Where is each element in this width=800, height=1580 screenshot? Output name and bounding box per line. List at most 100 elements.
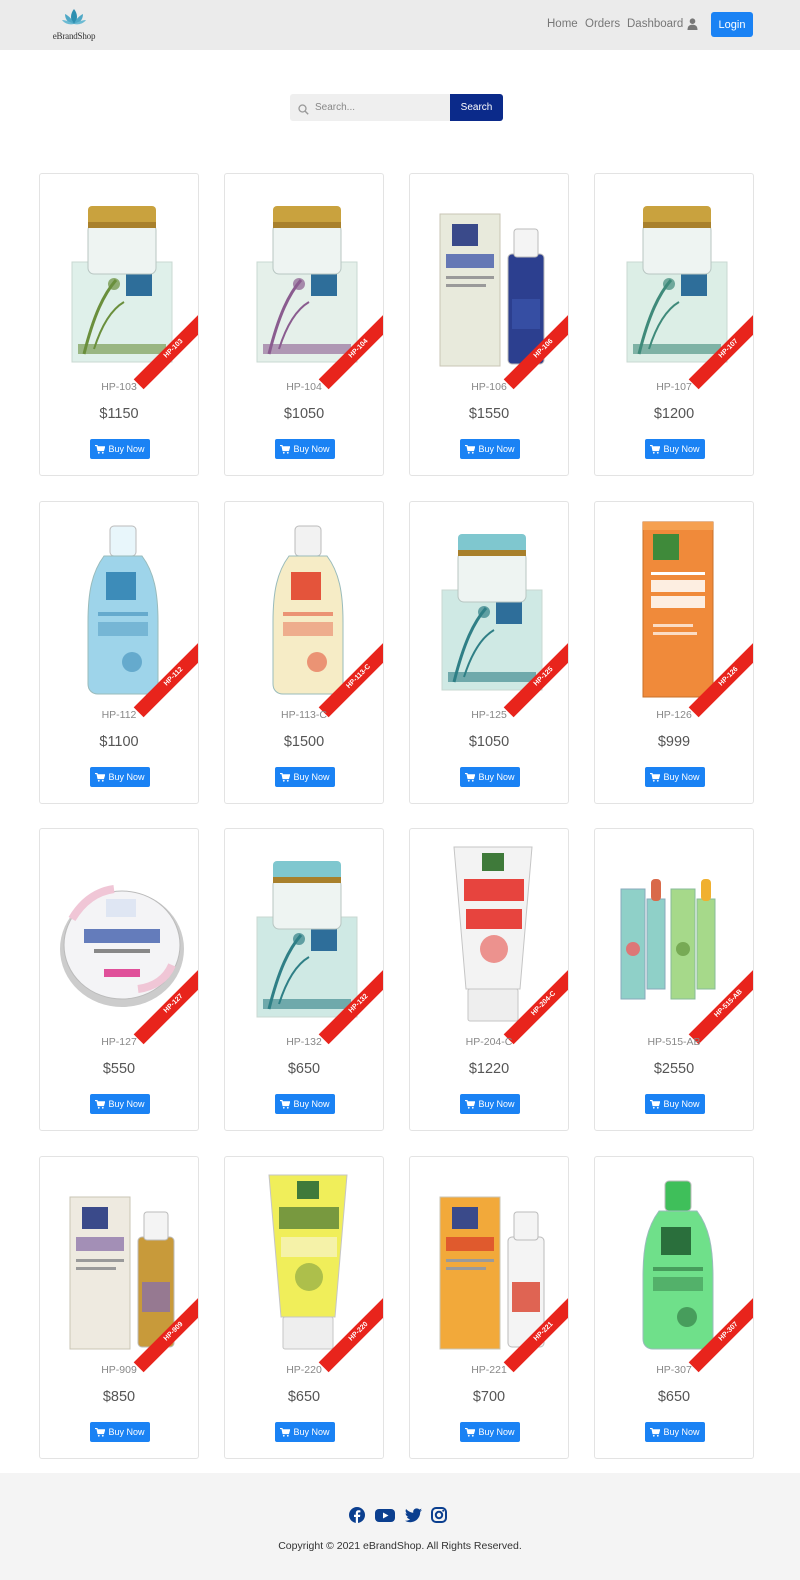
product-card[interactable]: HP-104 HP-104 $1050 Buy Now bbox=[224, 173, 384, 476]
cart-icon bbox=[465, 772, 476, 782]
instagram-icon[interactable] bbox=[431, 1507, 447, 1528]
twitter-icon[interactable] bbox=[405, 1507, 422, 1528]
cart-icon bbox=[95, 772, 106, 782]
product-sku: HP-132 bbox=[286, 1036, 322, 1048]
copyright-text: Copyright © 2021 eBrandShop. All Rights … bbox=[278, 1540, 522, 1552]
product-price: $650 bbox=[287, 1389, 321, 1405]
buy-now-button[interactable]: Buy Now bbox=[90, 1422, 150, 1442]
product-card[interactable]: HP-103 HP-103 $1150 Buy Now bbox=[39, 173, 199, 476]
youtube-icon[interactable] bbox=[375, 1507, 395, 1528]
product-sku: HP-112 bbox=[101, 709, 137, 721]
search-bar: Search bbox=[290, 94, 503, 121]
product-card[interactable]: HP-125 HP-125 $1050 Buy Now bbox=[409, 501, 569, 804]
product-sku: HP-307 bbox=[656, 1364, 692, 1376]
buy-now-label: Buy Now bbox=[478, 1427, 515, 1437]
buy-now-label: Buy Now bbox=[293, 444, 330, 454]
buy-now-button[interactable]: Buy Now bbox=[275, 1094, 335, 1114]
user-icon[interactable] bbox=[687, 17, 698, 35]
product-card[interactable]: HP-107 HP-107 $1200 Buy Now bbox=[594, 173, 754, 476]
buy-now-button[interactable]: Buy Now bbox=[645, 439, 705, 459]
buy-now-label: Buy Now bbox=[478, 772, 515, 782]
product-card[interactable]: HP-307 HP-307 $650 Buy Now bbox=[594, 1156, 754, 1459]
product-price: $999 bbox=[657, 734, 691, 750]
nav-home[interactable]: Home bbox=[547, 18, 578, 30]
buy-now-label: Buy Now bbox=[663, 1427, 700, 1437]
product-card[interactable]: HP-204-C HP-204-C $1220 Buy Now bbox=[409, 828, 569, 1131]
product-card[interactable]: HP-113-C HP-113-C $1500 Buy Now bbox=[224, 501, 384, 804]
footer: Copyright © 2021 eBrandShop. All Rights … bbox=[0, 1473, 800, 1580]
buy-now-button[interactable]: Buy Now bbox=[275, 767, 335, 787]
product-card[interactable]: HP-515-AB HP-515-AB $2550 Buy Now bbox=[594, 828, 754, 1131]
cart-icon bbox=[280, 772, 291, 782]
product-sku: HP-103 bbox=[101, 381, 137, 393]
buy-now-button[interactable]: Buy Now bbox=[275, 439, 335, 459]
product-price: $1220 bbox=[468, 1061, 510, 1077]
product-card[interactable]: HP-909 HP-909 $850 Buy Now bbox=[39, 1156, 199, 1459]
login-button[interactable]: Login bbox=[711, 12, 753, 37]
product-price: $1150 bbox=[99, 406, 139, 422]
buy-now-button[interactable]: Buy Now bbox=[90, 439, 150, 459]
product-card[interactable]: HP-220 HP-220 $650 Buy Now bbox=[224, 1156, 384, 1459]
product-card[interactable]: HP-106 HP-106 $1550 Buy Now bbox=[409, 173, 569, 476]
product-card[interactable]: HP-132 HP-132 $650 Buy Now bbox=[224, 828, 384, 1131]
buy-now-button[interactable]: Buy Now bbox=[460, 767, 520, 787]
buy-now-label: Buy Now bbox=[663, 444, 700, 454]
buy-now-label: Buy Now bbox=[478, 1099, 515, 1109]
product-sku: HP-221 bbox=[471, 1364, 507, 1376]
brand-name: eBrandShop bbox=[52, 31, 96, 41]
cart-icon bbox=[280, 1099, 291, 1109]
buy-now-button[interactable]: Buy Now bbox=[90, 1094, 150, 1114]
cart-icon bbox=[465, 1427, 476, 1437]
product-price: $700 bbox=[472, 1389, 506, 1405]
buy-now-button[interactable]: Buy Now bbox=[460, 439, 520, 459]
product-price: $2550 bbox=[653, 1061, 695, 1077]
buy-now-label: Buy Now bbox=[663, 1099, 700, 1109]
cart-icon bbox=[650, 772, 661, 782]
cart-icon bbox=[650, 444, 661, 454]
facebook-icon[interactable] bbox=[349, 1507, 365, 1528]
cart-icon bbox=[650, 1099, 661, 1109]
product-price: $1050 bbox=[283, 406, 325, 422]
buy-now-label: Buy Now bbox=[293, 1099, 330, 1109]
buy-now-button[interactable]: Buy Now bbox=[645, 1422, 705, 1442]
search-icon bbox=[298, 102, 309, 120]
product-card[interactable]: HP-126 HP-126 $999 Buy Now bbox=[594, 501, 754, 804]
product-card[interactable]: HP-127 HP-127 $550 Buy Now bbox=[39, 828, 199, 1131]
buy-now-label: Buy Now bbox=[293, 772, 330, 782]
nav-orders[interactable]: Orders bbox=[585, 18, 620, 30]
product-card[interactable]: HP-112 HP-112 $1100 Buy Now bbox=[39, 501, 199, 804]
product-sku: HP-909 bbox=[101, 1364, 137, 1376]
product-price: $650 bbox=[657, 1389, 691, 1405]
buy-now-button[interactable]: Buy Now bbox=[460, 1094, 520, 1114]
product-sku: HP-107 bbox=[656, 381, 692, 393]
brand-logo[interactable]: eBrandShop bbox=[44, 7, 104, 43]
buy-now-button[interactable]: Buy Now bbox=[275, 1422, 335, 1442]
buy-now-label: Buy Now bbox=[663, 772, 700, 782]
buy-now-label: Buy Now bbox=[108, 1427, 145, 1437]
product-sku: HP-204-C bbox=[465, 1036, 513, 1048]
lotus-icon bbox=[62, 9, 86, 25]
search-input[interactable] bbox=[290, 94, 450, 121]
nav-dashboard[interactable]: Dashboard bbox=[627, 18, 683, 30]
buy-now-label: Buy Now bbox=[478, 444, 515, 454]
search-button[interactable]: Search bbox=[450, 94, 503, 121]
product-price: $550 bbox=[102, 1061, 136, 1077]
buy-now-label: Buy Now bbox=[108, 1099, 145, 1109]
buy-now-button[interactable]: Buy Now bbox=[460, 1422, 520, 1442]
product-sku: HP-126 bbox=[656, 709, 692, 721]
product-price: $1200 bbox=[653, 406, 695, 422]
product-sku: HP-220 bbox=[286, 1364, 322, 1376]
product-sku: HP-515-AB bbox=[647, 1036, 701, 1048]
product-sku: HP-113-C bbox=[281, 709, 327, 721]
product-price: $650 bbox=[287, 1061, 321, 1077]
buy-now-button[interactable]: Buy Now bbox=[90, 767, 150, 787]
buy-now-label: Buy Now bbox=[108, 444, 145, 454]
buy-now-button[interactable]: Buy Now bbox=[645, 767, 705, 787]
buy-now-label: Buy Now bbox=[108, 772, 145, 782]
product-card[interactable]: HP-221 HP-221 $700 Buy Now bbox=[409, 1156, 569, 1459]
navbar: eBrandShop Home Orders Dashboard Login bbox=[0, 0, 800, 50]
cart-icon bbox=[465, 1099, 476, 1109]
product-price: $1550 bbox=[468, 406, 510, 422]
buy-now-button[interactable]: Buy Now bbox=[645, 1094, 705, 1114]
product-price: $850 bbox=[102, 1389, 136, 1405]
